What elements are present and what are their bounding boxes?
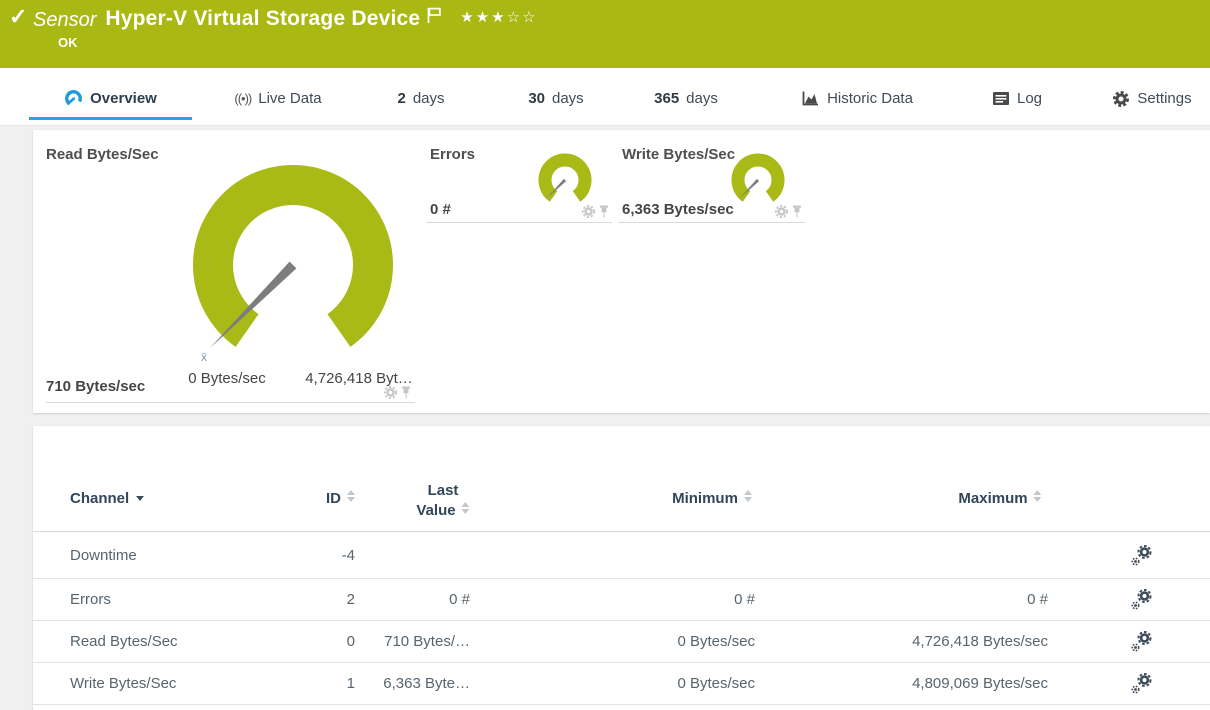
gauges-panel: Read Bytes/Sec x̄ 0 Bytes/sec 4,726,418 … <box>33 130 1210 413</box>
table-row-read-bytes[interactable]: Read Bytes/Sec 0 710 Bytes/… 0 Bytes/sec… <box>33 621 1210 663</box>
tab-365-days[interactable]: 365 days <box>636 68 736 125</box>
tab-30-days[interactable]: 30 days <box>506 68 606 125</box>
tab-label: Live Data <box>258 90 322 107</box>
maximum-value: 4,726,418 Bytes/sec <box>912 633 1048 650</box>
tab-label: Historic Data <box>827 90 913 107</box>
gauge-current-value: 0 # <box>430 201 451 218</box>
gauge-title: Errors <box>430 146 476 163</box>
column-header-minimum[interactable]: Minimum <box>672 490 752 507</box>
channel-name[interactable]: Errors <box>70 591 320 608</box>
favorite-flag-icon[interactable] <box>425 7 442 25</box>
last-value: 0 # <box>449 591 470 608</box>
pin-icon <box>793 205 801 218</box>
gauge-gear-pin-icons[interactable] <box>581 204 611 219</box>
tab-historic-data[interactable]: Historic Data <box>781 68 933 125</box>
mean-marker: x̄ <box>201 350 207 364</box>
tab-label: days <box>552 90 584 107</box>
sort-icon <box>743 490 752 502</box>
sort-icon <box>461 502 470 514</box>
gauge-min-label: 0 Bytes/sec <box>188 370 266 387</box>
channel-name[interactable]: Read Bytes/Sec <box>70 633 320 650</box>
channel-name[interactable]: Write Bytes/Sec <box>70 675 320 692</box>
maximum-value: 0 # <box>1027 591 1048 608</box>
column-header-maximum[interactable]: Maximum <box>958 490 1042 507</box>
panel-divider <box>46 402 415 403</box>
channel-id: 2 <box>346 591 355 608</box>
live-data-icon: ((•)) <box>234 91 252 106</box>
minimum-value: 0 # <box>734 591 755 608</box>
area-chart-icon <box>802 91 819 106</box>
gear-icon <box>1113 90 1130 107</box>
content-area: Read Bytes/Sec x̄ 0 Bytes/sec 4,726,418 … <box>0 126 1210 710</box>
page-title: Hyper-V Virtual Storage Device <box>105 7 421 30</box>
channel-settings-gears-icon[interactable] <box>1131 544 1152 567</box>
sort-icon <box>347 490 355 502</box>
log-list-icon <box>992 92 1009 105</box>
panel-divider <box>618 222 805 223</box>
table-header: Channel ID Last Value Minimum Maximum <box>33 426 1210 532</box>
last-value: 710 Bytes/… <box>384 633 470 650</box>
sensor-header: ✓ Sensor Hyper-V Virtual Storage Device … <box>0 0 1210 68</box>
gauge-gear-pin-icons[interactable] <box>383 385 413 400</box>
tab-label: Settings <box>1137 90 1192 107</box>
channel-id: -4 <box>341 546 355 564</box>
tab-label: days <box>412 90 445 107</box>
object-kind-label: Sensor <box>33 9 97 31</box>
tab-label: days <box>686 90 718 107</box>
gauge-current-value: 6,363 Bytes/sec <box>622 201 734 218</box>
status-badge: OK <box>58 35 78 50</box>
minimum-value: 0 Bytes/sec <box>677 633 755 650</box>
read-gauge[interactable] <box>173 145 413 385</box>
errors-gauge[interactable] <box>533 152 597 212</box>
channel-id: 0 <box>346 633 355 650</box>
gear-icon <box>384 386 397 399</box>
sensor-title-row: Sensor Hyper-V Virtual Storage Device ★★… <box>33 6 538 32</box>
channel-settings-gears-icon[interactable] <box>1131 672 1152 695</box>
gauge-title: Read Bytes/Sec <box>46 146 159 163</box>
channel-settings-gears-icon[interactable] <box>1131 588 1152 611</box>
tab-log[interactable]: Log <box>962 68 1072 125</box>
gauge-title: Write Bytes/Sec <box>622 146 736 163</box>
gear-icon <box>582 205 595 218</box>
column-header-id[interactable]: ID <box>33 490 355 507</box>
tab-label: Overview <box>90 90 157 107</box>
gear-icon <box>775 205 788 218</box>
table-body: Downtime -4 Errors 2 0 # 0 # 0 # Read By… <box>33 532 1210 705</box>
tab-label: Log <box>1016 90 1043 107</box>
channel-settings-gears-icon[interactable] <box>1131 630 1152 653</box>
status-check-icon: ✓ <box>9 4 28 29</box>
pin-icon <box>600 205 608 218</box>
table-row-downtime[interactable]: Downtime -4 <box>33 532 1210 579</box>
panel-divider <box>426 222 612 223</box>
channel-id: 1 <box>346 675 355 692</box>
pin-icon <box>402 386 410 399</box>
gauge-icon <box>65 90 83 107</box>
tab-2-days[interactable]: 2 days <box>371 68 471 125</box>
last-value: 6,363 Byte… <box>383 675 470 692</box>
column-header-last-value[interactable]: Last Value <box>416 481 470 521</box>
gauge-current-value: 710 Bytes/sec <box>46 378 146 395</box>
table-row-errors[interactable]: Errors 2 0 # 0 # 0 # <box>33 579 1210 621</box>
sort-icon <box>1033 490 1042 502</box>
write-gauge[interactable] <box>726 152 790 212</box>
minimum-value: 0 Bytes/sec <box>677 675 755 692</box>
channel-name[interactable]: Downtime <box>70 547 320 564</box>
channels-table-panel: Channel ID Last Value Minimum Maximum Do… <box>33 426 1210 710</box>
tab-bar: Overview ((•)) Live Data 2 days 30 days … <box>0 68 1210 126</box>
tab-overview[interactable]: Overview <box>29 68 192 125</box>
gauge-gear-pin-icons[interactable] <box>774 204 804 219</box>
table-row-write-bytes[interactable]: Write Bytes/Sec 1 6,363 Byte… 0 Bytes/se… <box>33 663 1210 705</box>
maximum-value: 4,809,069 Bytes/sec <box>912 675 1048 692</box>
priority-stars[interactable]: ★★★☆☆ <box>460 6 537 26</box>
tab-settings[interactable]: Settings <box>1097 68 1207 125</box>
tab-live-data[interactable]: ((•)) Live Data <box>213 68 343 125</box>
